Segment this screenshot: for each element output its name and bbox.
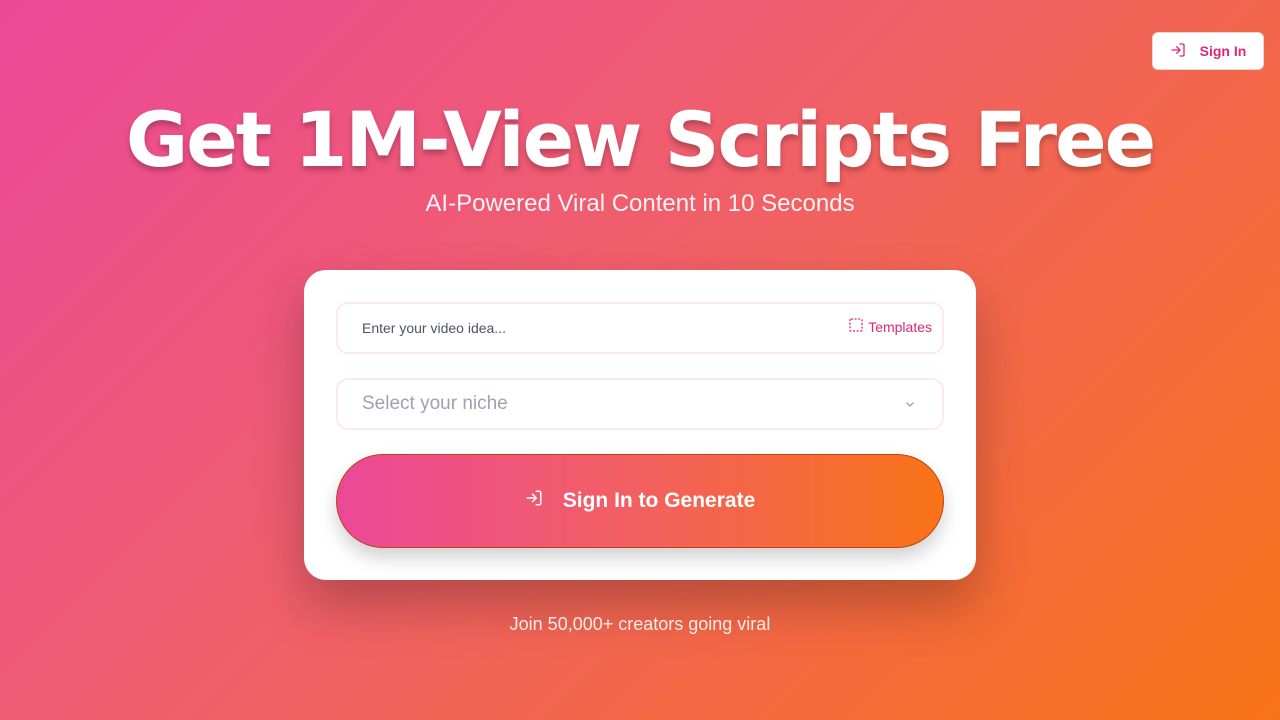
video-idea-input[interactable] [338,304,818,352]
log-in-icon [1170,42,1186,61]
sign-in-button[interactable]: Sign In [1152,32,1264,70]
hero-title: Get 1M-View Scripts Free [125,95,1156,184]
hero-subtitle: AI-Powered Viral Content in 10 Seconds [425,190,855,217]
chevron-down-icon [902,396,918,412]
log-in-icon [525,489,543,513]
video-idea-field: Templates [336,302,944,354]
niche-select-value: Select your niche [362,393,508,414]
niche-select[interactable]: Select your niche [336,378,944,430]
dashed-square-icon [849,318,863,335]
sign-in-label: Sign In [1199,43,1247,59]
templates-label: Templates [868,318,932,335]
generate-label: Sign In to Generate [562,489,756,512]
sign-in-to-generate-button[interactable]: Sign In to Generate [336,454,944,548]
templates-button[interactable]: Templates [849,318,932,335]
generator-card: Templates Select your niche Sign In to G… [304,270,976,580]
social-proof-text: Join 50,000+ creators going viral [509,614,771,634]
